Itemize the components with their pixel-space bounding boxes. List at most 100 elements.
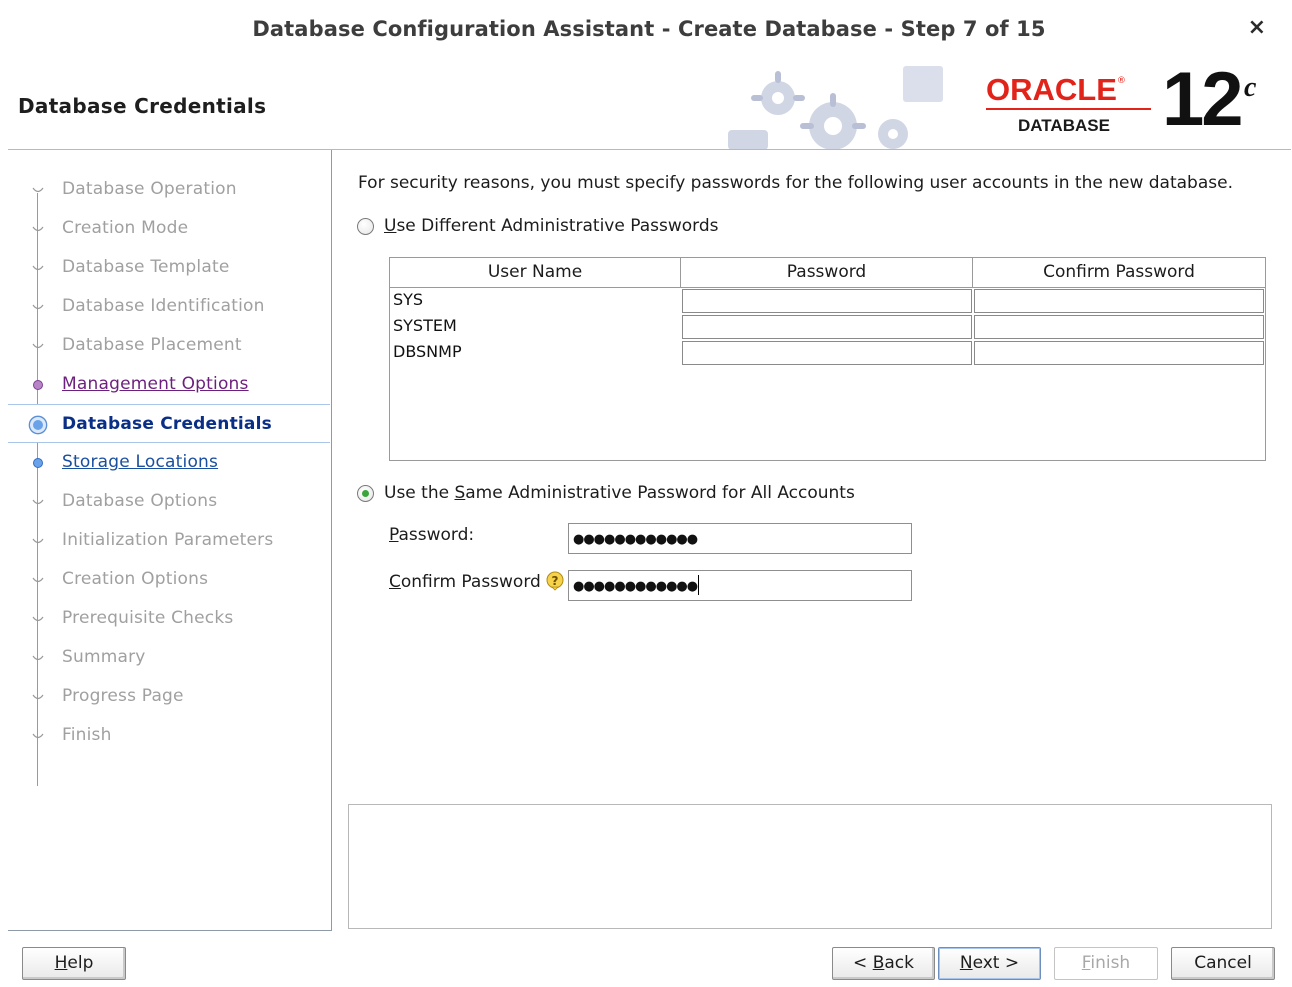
version-suffix: c [1244, 72, 1257, 103]
nav-step-label: Initialization Parameters [62, 530, 274, 550]
different-passwords-label[interactable]: Use Different Administrative Passwords [384, 216, 718, 236]
nav-step-database-operation: Database Operation [8, 170, 330, 209]
step-pending-icon [32, 226, 44, 232]
mnemonic-letter: B [872, 953, 885, 973]
nav-step-label: Progress Page [62, 686, 184, 706]
mnemonic-letter: N [959, 953, 973, 973]
nav-step-label: Prerequisite Checks [62, 608, 234, 628]
step-current-icon [28, 415, 48, 435]
finish-button: Finish [1054, 947, 1158, 980]
label-text: onfirm Password [400, 572, 541, 592]
title-bar: Database Configuration Assistant - Creat… [0, 0, 1292, 64]
system-confirm-cell[interactable] [974, 315, 1264, 339]
page-title: Database Credentials [18, 94, 267, 118]
mnemonic-letter: H [54, 953, 68, 973]
label-text: assword: [398, 525, 475, 545]
button-label: elp [67, 953, 94, 973]
nav-step-database-template: Database Template [8, 248, 330, 287]
column-header-confirm-password: Confirm Password [973, 258, 1265, 288]
dbsnmp-confirm-cell[interactable] [974, 341, 1264, 365]
nav-step-label[interactable]: Storage Locations [62, 452, 218, 472]
same-password-radio[interactable] [357, 485, 374, 502]
nav-step-label[interactable]: Management Options [62, 374, 249, 394]
cancel-button[interactable]: Cancel [1171, 947, 1275, 980]
button-label: ext > [972, 953, 1020, 973]
nav-step-label[interactable]: Database Credentials [62, 414, 272, 434]
intro-text: For security reasons, you must specify p… [358, 173, 1233, 193]
label-text: Use the [384, 483, 455, 503]
mnemonic-letter: S [454, 483, 466, 503]
nav-step-label: Summary [62, 647, 146, 667]
confirm-password-value: ●●●●●●●●●●●● [573, 579, 698, 594]
step-pending-icon [32, 343, 44, 349]
column-header-password: Password [681, 258, 973, 288]
oracle-underline [986, 108, 1151, 110]
nav-step-database-identification: Database Identification [8, 287, 330, 326]
different-passwords-radio[interactable] [357, 218, 374, 235]
help-button[interactable]: Help [22, 947, 126, 980]
gears-decoration-icon [728, 66, 943, 150]
step-pending-icon [32, 577, 44, 583]
nav-step-label: Creation Mode [62, 218, 189, 238]
registered-mark: ® [1116, 76, 1126, 86]
nav-step-management-options[interactable]: Management Options [8, 365, 330, 404]
step-visited-icon [33, 380, 43, 390]
step-next-icon [33, 458, 43, 468]
nav-step-summary: Summary [8, 638, 330, 677]
mnemonic-letter: C [389, 572, 401, 592]
nav-step-creation-mode: Creation Mode [8, 209, 330, 248]
mnemonic-letter: P [389, 525, 399, 545]
password-field[interactable]: ●●●●●●●●●●●● [568, 523, 912, 554]
help-hint-icon[interactable]: ? [546, 571, 564, 591]
table-row-user: SYSTEM [393, 316, 457, 335]
nav-step-storage-locations[interactable]: Storage Locations [8, 443, 330, 482]
nav-step-initialization-parameters: Initialization Parameters [8, 521, 330, 560]
window-title: Database Configuration Assistant - Creat… [252, 17, 1046, 41]
nav-step-label: Database Operation [62, 179, 237, 199]
table-row-user: DBSNMP [393, 342, 462, 361]
next-button[interactable]: Next > [938, 947, 1041, 980]
button-label: Cancel [1194, 953, 1252, 973]
button-label: < [853, 953, 873, 973]
nav-step-label: Finish [62, 725, 112, 745]
nav-step-database-credentials[interactable]: Database Credentials [8, 404, 330, 443]
svg-text:?: ? [552, 574, 559, 588]
step-navigation: Database Operation Creation Mode Databas… [8, 150, 332, 931]
table-row-user: SYS [393, 290, 424, 309]
step-pending-icon [32, 733, 44, 739]
nav-step-label: Database Placement [62, 335, 242, 355]
text-caret [698, 575, 700, 595]
nav-step-label: Database Template [62, 257, 230, 277]
nav-step-prerequisite-checks: Prerequisite Checks [8, 599, 330, 638]
close-icon[interactable]: × [1248, 15, 1266, 40]
button-label: inish [1090, 953, 1131, 973]
nav-step-database-options: Database Options [8, 482, 330, 521]
message-panel [348, 804, 1272, 929]
label-text: se Different Administrative Passwords [396, 216, 719, 236]
column-header-user-name: User Name [390, 258, 681, 288]
nav-step-creation-options: Creation Options [8, 560, 330, 599]
dbsnmp-password-cell[interactable] [682, 341, 972, 365]
nav-step-finish: Finish [8, 716, 330, 755]
label-text: ame Administrative Password for All Acco… [465, 483, 855, 503]
back-button[interactable]: < Back [832, 947, 935, 980]
sys-confirm-cell[interactable] [974, 289, 1264, 313]
sys-password-cell[interactable] [682, 289, 972, 313]
confirm-password-field[interactable]: ●●●●●●●●●●●● [568, 570, 912, 601]
system-password-cell[interactable] [682, 315, 972, 339]
same-password-label[interactable]: Use the Same Administrative Password for… [384, 483, 855, 503]
password-value: ●●●●●●●●●●●● [573, 532, 698, 547]
confirm-password-label: Confirm Password [389, 572, 541, 592]
step-pending-icon [32, 187, 44, 193]
button-label: ack [884, 953, 914, 973]
step-pending-icon [32, 616, 44, 622]
oracle-wordmark: ORACLE [986, 72, 1117, 107]
database-wordmark: DATABASE [1018, 116, 1110, 135]
step-pending-icon [32, 499, 44, 505]
nav-step-label: Database Options [62, 491, 218, 511]
step-pending-icon [32, 304, 44, 310]
step-pending-icon [32, 265, 44, 271]
user-password-table: User Name Password Confirm Password SYS … [389, 257, 1266, 461]
nav-step-database-placement: Database Placement [8, 326, 330, 365]
version-number: 12 [1162, 57, 1244, 142]
